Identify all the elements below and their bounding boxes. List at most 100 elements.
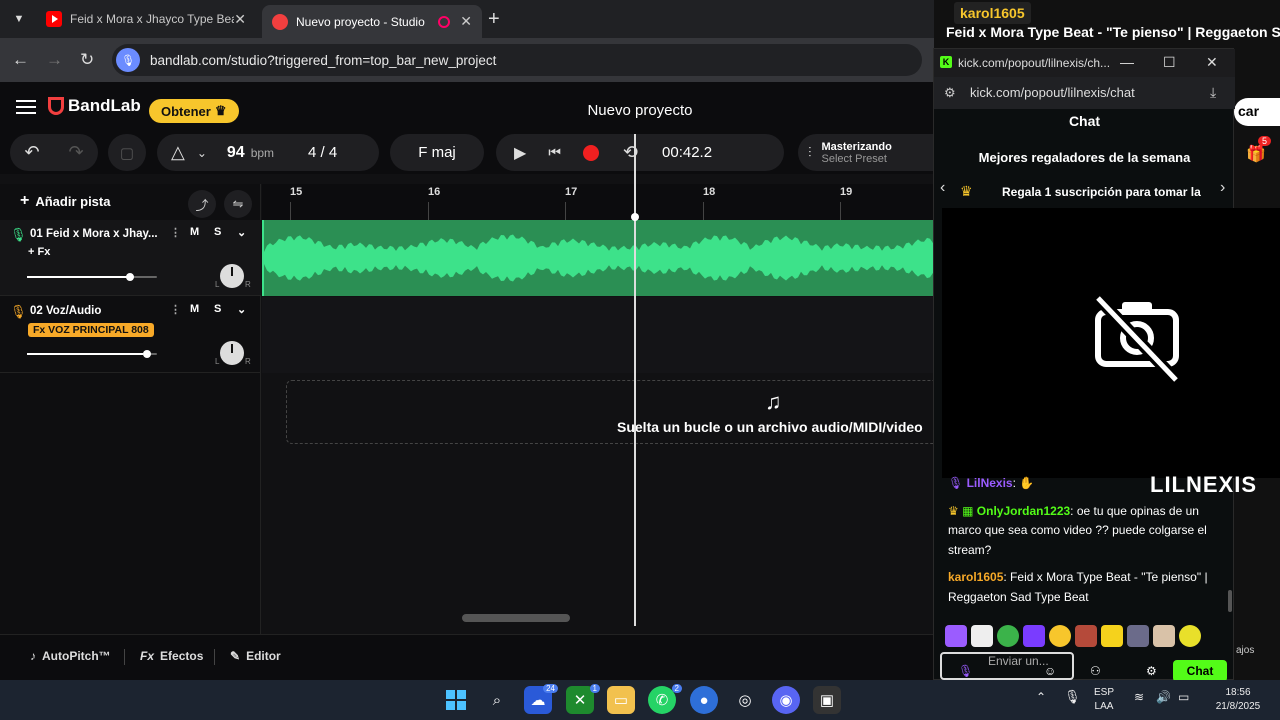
emote-icon[interactable]: [1075, 625, 1097, 647]
tempo-value[interactable]: 94: [227, 144, 245, 162]
volume-slider[interactable]: [27, 273, 157, 281]
download-icon[interactable]: ⤓: [1210, 84, 1216, 101]
send-chat-button[interactable]: Chat: [1173, 660, 1227, 682]
forward-icon[interactable]: →: [46, 50, 63, 70]
whatsapp-icon[interactable]: ✆ 2: [648, 684, 682, 714]
horizontal-scrollbar[interactable]: [462, 614, 570, 622]
emote-icon[interactable]: [1023, 625, 1045, 647]
timeline-ruler[interactable]: 15 16 17 18 19: [262, 184, 940, 220]
project-title[interactable]: Nuevo proyecto: [540, 102, 740, 119]
emoji-icon[interactable]: ☺: [1044, 664, 1056, 678]
chevron-down-icon[interactable]: ⌄: [237, 303, 246, 316]
add-track-button[interactable]: + Añadir pista: [20, 192, 110, 210]
maximize-icon[interactable]: ☐: [1163, 54, 1176, 71]
volume-handle[interactable]: [143, 350, 151, 358]
pan-knob[interactable]: [220, 264, 244, 288]
xbox-icon[interactable]: ✕ 1: [566, 684, 600, 714]
chevron-down-icon[interactable]: ⌄: [237, 226, 246, 239]
skip-back-icon[interactable]: ⏮: [548, 144, 561, 161]
chevron-left-icon[interactable]: ‹: [940, 179, 945, 197]
emote-icon[interactable]: [971, 625, 993, 647]
emote-icon[interactable]: [1101, 625, 1123, 647]
stream-video[interactable]: LILNEXIS: [942, 208, 1280, 497]
emote-icon[interactable]: [945, 625, 967, 647]
pan-knob[interactable]: [220, 341, 244, 365]
wifi-icon[interactable]: ≋: [1134, 690, 1144, 704]
track-header[interactable]: 🎙 01 Feid x Mora x Jhay... ⋮ M S ⌄ + Fx …: [0, 220, 261, 296]
playhead-handle[interactable]: [631, 213, 639, 221]
track-name[interactable]: 02 Voz/Audio: [30, 305, 160, 317]
mute-button[interactable]: M: [190, 303, 199, 315]
autopitch-button[interactable]: ♪ AutoPitch™: [30, 649, 111, 663]
chevron-down-icon[interactable]: ⌄: [197, 146, 207, 160]
save-button[interactable]: ▢: [108, 134, 146, 171]
clock[interactable]: 18:56 21/8/2025: [1208, 686, 1268, 714]
chat-username[interactable]: OnlyJordan1223: [977, 504, 1070, 518]
key-selector[interactable]: F maj: [390, 134, 484, 171]
automation-icon[interactable]: ⤴: [188, 190, 216, 218]
track-menu-icon[interactable]: ⋮: [170, 226, 181, 239]
metronome-icon[interactable]: △: [171, 142, 185, 163]
audio-region[interactable]: [262, 220, 940, 296]
popup-url[interactable]: kick.com/popout/lilnexis/chat: [970, 85, 1135, 100]
chat-username[interactable]: LilNexis: [967, 476, 1013, 490]
emote-icon[interactable]: [1153, 625, 1175, 647]
time-signature[interactable]: 4 / 4: [308, 144, 337, 161]
emote-icon[interactable]: [1049, 625, 1071, 647]
tab-search-dropdown-icon[interactable]: ▼: [8, 8, 30, 30]
battery-icon[interactable]: ▭: [1178, 690, 1189, 704]
menu-icon[interactable]: [16, 100, 36, 114]
effects-button[interactable]: Fx Efectos: [140, 649, 203, 663]
chrome-icon[interactable]: ●: [690, 686, 718, 714]
mute-button[interactable]: M: [190, 226, 199, 238]
fx-chain-badge[interactable]: Fx VOZ PRINCIPAL 808: [28, 323, 154, 337]
gift-icon[interactable]: 🎁: [1246, 144, 1266, 164]
emote-icon[interactable]: [1127, 625, 1149, 647]
play-icon[interactable]: ▶: [514, 143, 526, 163]
volume-handle[interactable]: [126, 273, 134, 281]
minimize-icon[interactable]: —: [1120, 54, 1134, 70]
tracks-area[interactable]: [262, 220, 940, 680]
track-name[interactable]: 01 Feid x Mora x Jhay...: [30, 228, 160, 240]
add-fx-button[interactable]: + Fx: [28, 246, 50, 258]
stream-username[interactable]: karol1605: [954, 2, 1031, 24]
emote-icon[interactable]: [997, 625, 1019, 647]
track-menu-icon[interactable]: ⋮: [170, 303, 181, 316]
volume-slider[interactable]: [27, 350, 157, 358]
solo-button[interactable]: S: [214, 226, 221, 238]
close-icon[interactable]: ✕: [1206, 54, 1218, 71]
playhead[interactable]: [634, 134, 636, 626]
microphone-icon[interactable]: 🎙: [1064, 690, 1081, 704]
record-icon[interactable]: [582, 144, 599, 161]
undo-icon[interactable]: ↶: [24, 142, 39, 163]
site-settings-icon[interactable]: ⚙: [944, 85, 956, 101]
track-header[interactable]: 🎙 02 Voz/Audio ⋮ M S ⌄ Fx VOZ PRINCIPAL …: [0, 297, 261, 373]
editor-button[interactable]: ✎ Editor: [230, 649, 281, 663]
chevron-right-icon[interactable]: ›: [1220, 179, 1225, 197]
language-indicator[interactable]: ESP LAA: [1094, 686, 1114, 714]
bandlab-logo[interactable]: BandLab: [48, 96, 141, 116]
gear-icon[interactable]: ⚙: [1146, 664, 1157, 678]
users-icon[interactable]: ⚇: [1090, 664, 1101, 678]
windows-start-icon[interactable]: [442, 686, 470, 714]
drop-zone[interactable]: ♫ Suelta un bucle o un archivo audio/MID…: [286, 380, 940, 444]
track-lane-empty[interactable]: [262, 297, 940, 373]
widgets-icon[interactable]: ☁ 24: [524, 684, 558, 714]
redo-icon[interactable]: ↷: [68, 142, 83, 163]
close-tab-icon[interactable]: ✕: [460, 13, 472, 30]
tab-bandlab[interactable]: Nuevo proyecto - Studio ✕: [262, 5, 482, 38]
obtener-button[interactable]: Obtener ♛: [149, 99, 239, 123]
obs-icon[interactable]: ◎: [731, 686, 759, 714]
tab-youtube[interactable]: Feid x Mora x Jhayco Type Beat ✕: [36, 5, 256, 33]
mic-permission-icon[interactable]: 🎙: [116, 48, 140, 72]
new-tab-icon[interactable]: +: [488, 8, 500, 31]
chevron-up-icon[interactable]: ⌃: [1036, 690, 1046, 704]
discord-icon[interactable]: ◉: [772, 686, 800, 714]
reload-icon[interactable]: ↻: [80, 50, 94, 70]
mixer-icon[interactable]: ⇋: [224, 190, 252, 218]
close-tab-icon[interactable]: ✕: [234, 11, 246, 28]
file-explorer-icon[interactable]: ▭: [607, 686, 635, 714]
solo-button[interactable]: S: [214, 303, 221, 315]
volume-icon[interactable]: 🔊: [1156, 690, 1171, 704]
partial-button[interactable]: car: [1234, 98, 1280, 126]
